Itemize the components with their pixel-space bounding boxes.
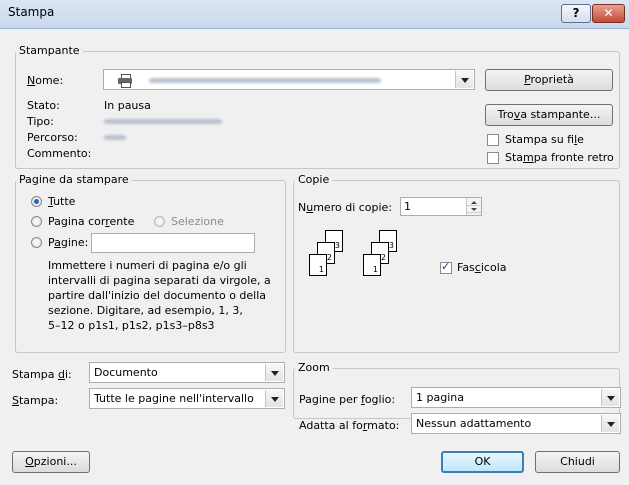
pages-label: Pagine:	[48, 236, 89, 249]
ok-button[interactable]: OK	[441, 451, 524, 473]
close-window-button[interactable]: ✕	[592, 4, 625, 23]
status-label: Stato:	[27, 99, 60, 112]
collate-illustration: 3 2 1	[305, 228, 353, 290]
print-to-file-label: Stampa su file	[505, 133, 584, 146]
printer-name-select[interactable]	[103, 69, 475, 90]
selection-label: Selezione	[171, 215, 224, 228]
duplex-label: Stampa fronte retro	[505, 151, 614, 164]
copies-spinner[interactable]	[466, 198, 481, 215]
all-pages-label: Tutte	[48, 195, 76, 208]
status-value: In pausa	[104, 99, 151, 112]
selection-radio[interactable]	[154, 216, 165, 227]
pages-per-sheet-select[interactable]: 1 pagina	[411, 387, 621, 408]
type-label: Tipo:	[27, 115, 54, 128]
page-range-legend: Pagine da stampare	[16, 173, 132, 186]
spin-down-icon[interactable]	[467, 206, 481, 213]
options-button[interactable]: Opzioni...	[12, 451, 90, 473]
collate-checkbox[interactable]	[440, 260, 452, 274]
spin-up-icon[interactable]	[467, 199, 481, 206]
pages-per-sheet-label: Pagine per foglio:	[299, 393, 396, 406]
scale-select[interactable]: Nessun adattamento	[411, 413, 621, 434]
print-what-label: Stampa di:	[12, 368, 72, 381]
zoom-legend: Zoom	[295, 361, 333, 374]
scale-label: Adatta al formato:	[299, 419, 400, 432]
printer-name-label: Nome:	[27, 74, 64, 87]
pages-input[interactable]	[91, 233, 255, 253]
comment-label: Commento:	[27, 147, 92, 160]
close-button[interactable]: Chiudi	[535, 451, 620, 473]
chevron-down-icon[interactable]	[455, 71, 473, 88]
current-page-radio[interactable]	[31, 216, 42, 227]
printer-name-redacted	[149, 78, 381, 83]
location-value-redacted	[104, 135, 126, 140]
pages-help-line: Immettere i numeri di pagina e/o gli	[48, 259, 247, 272]
pages-help-line: partire dall'inizio del documento o dell…	[48, 289, 267, 302]
collate-label: Fascicola	[457, 261, 507, 274]
pages-radio[interactable]	[31, 237, 42, 248]
print-select[interactable]: Tutte le pagine nell'intervallo	[89, 388, 285, 409]
print-to-file-checkbox[interactable]	[487, 134, 499, 146]
duplex-checkbox[interactable]	[487, 152, 499, 164]
pages-help-line: sezione. Digitare, ad esempio, 1, 3,	[48, 304, 243, 317]
all-pages-radio[interactable]	[31, 196, 42, 207]
copies-count-stepper[interactable]: 1	[400, 197, 482, 216]
window-title: Stampa	[8, 5, 55, 19]
copies-legend: Copie	[295, 173, 333, 186]
copies-count-value: 1	[404, 200, 411, 213]
print-dialog: { "window": {"title": "Stampa", "help_gl…	[0, 0, 629, 485]
pages-help-line: intervalli di pagina separati da virgole…	[48, 274, 271, 287]
close-icon: ✕	[603, 6, 614, 20]
collate-illustration: 3 2 1	[359, 228, 407, 290]
chevron-down-icon[interactable]	[265, 390, 283, 407]
chevron-down-icon[interactable]	[265, 364, 283, 381]
chevron-down-icon[interactable]	[601, 415, 619, 432]
printer-icon	[118, 74, 132, 88]
title-bar: Stampa ? ✕	[0, 0, 629, 29]
help-icon: ?	[572, 6, 580, 20]
help-button[interactable]: ?	[561, 4, 591, 23]
printer-legend: Stampante	[16, 44, 83, 57]
copies-count-label: Numero di copie:	[298, 201, 393, 214]
location-label: Percorso:	[27, 131, 78, 144]
pages-help-line: 5–12 o p1s1, p1s2, p1s3–p8s3	[48, 319, 215, 332]
current-page-label: Pagina corrente	[48, 215, 135, 228]
type-value-redacted	[104, 119, 222, 124]
find-printer-button[interactable]: Trova stampante...	[485, 104, 613, 126]
print-what-select[interactable]: Documento	[89, 362, 285, 383]
chevron-down-icon[interactable]	[601, 389, 619, 406]
print-label: Stampa:	[12, 394, 59, 407]
properties-button[interactable]: Proprietà	[485, 69, 613, 91]
